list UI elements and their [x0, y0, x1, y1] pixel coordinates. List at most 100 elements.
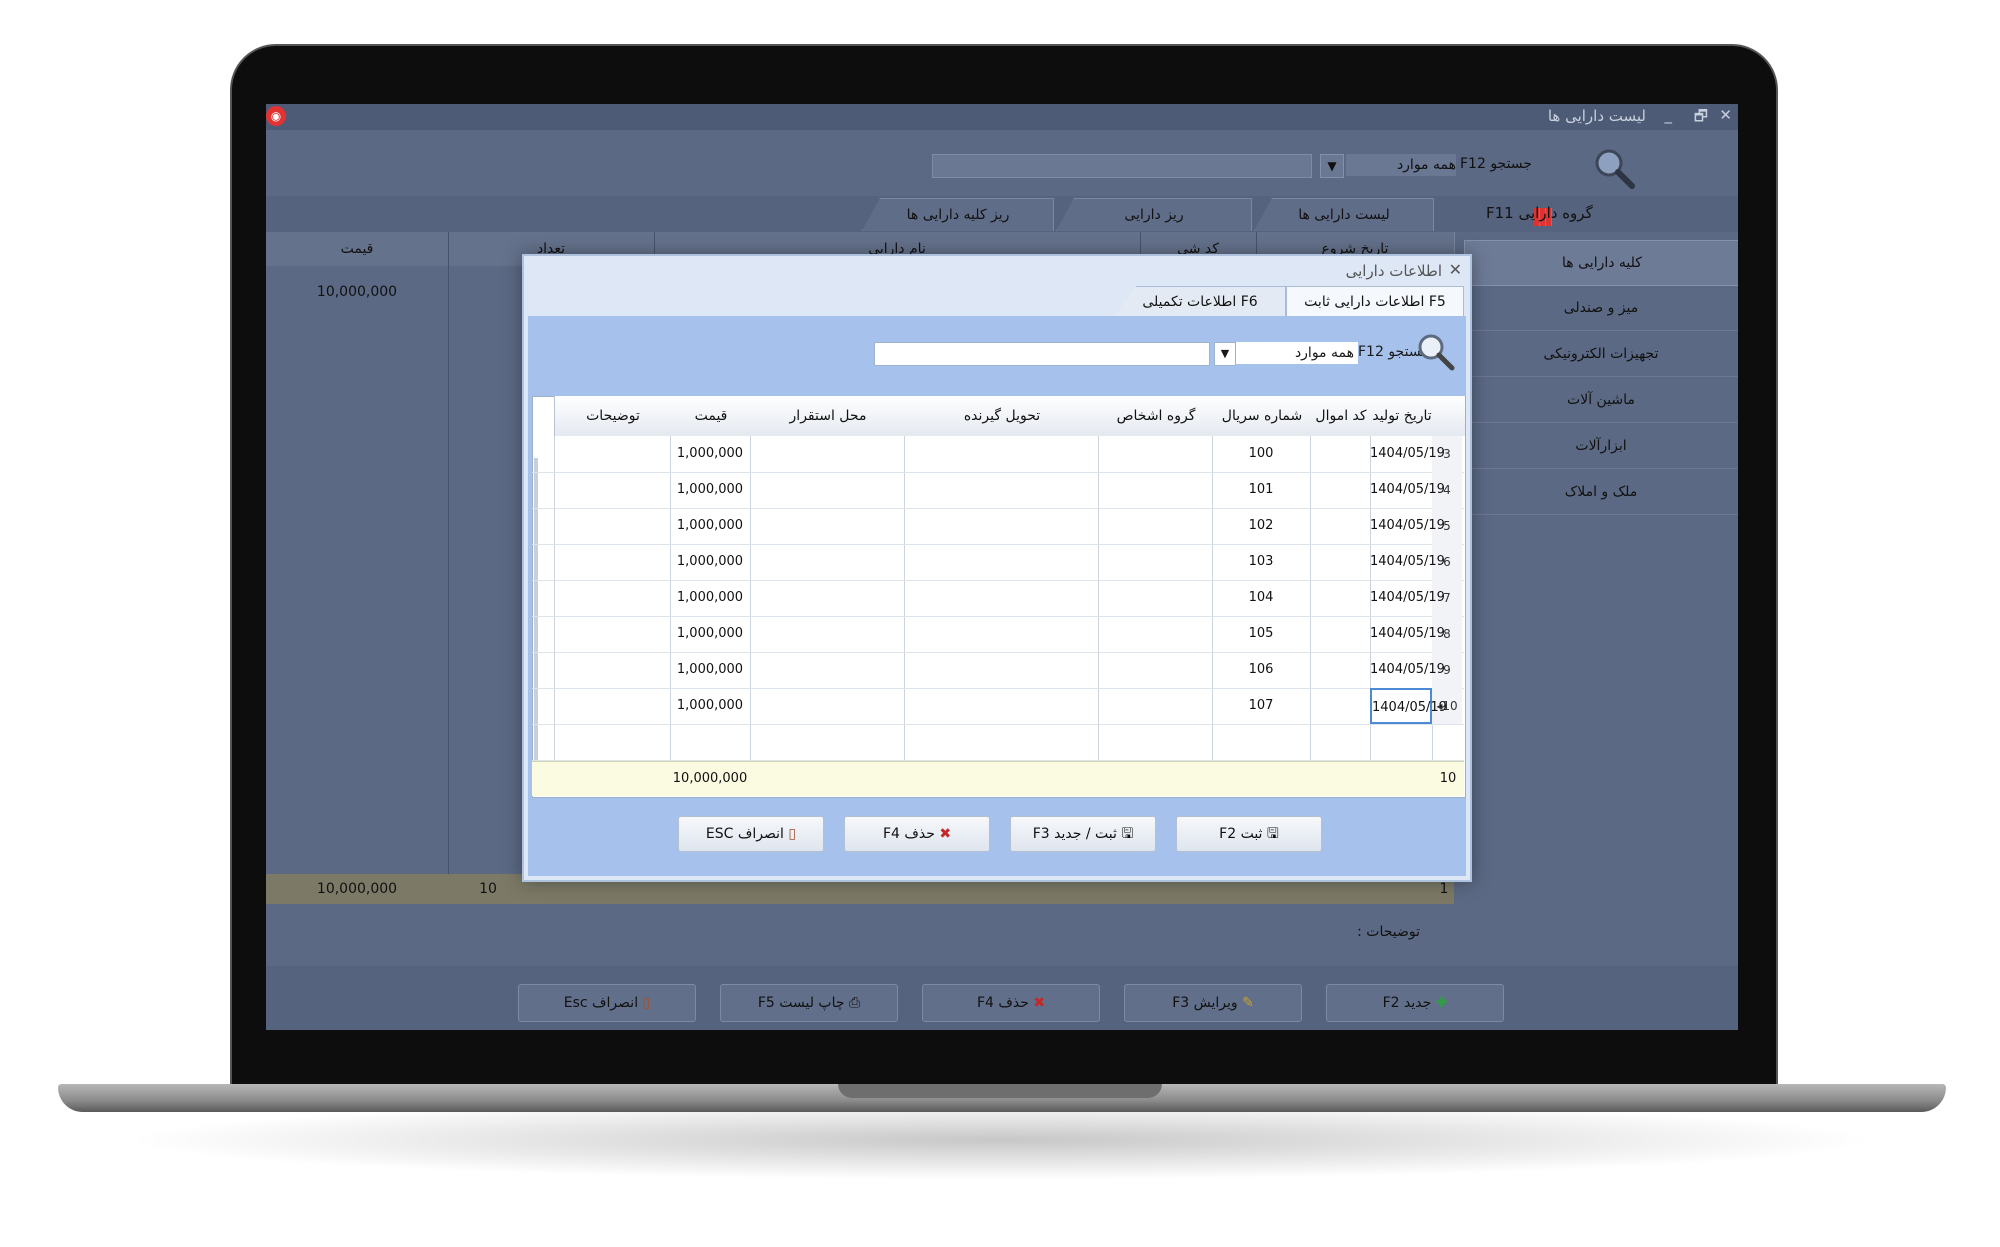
pencil-icon: ✎ [1242, 995, 1254, 1011]
cancel-button[interactable]: ▯ انصراف Esc [518, 984, 696, 1022]
grid-cell-price[interactable]: 10,000,000 [266, 280, 448, 304]
side-item-all-assets[interactable]: کلیه دارایی ها [1464, 240, 1738, 286]
col-header-notes[interactable]: توضیحات [554, 396, 671, 436]
save-new-button[interactable]: 🖫 ثبت / جدید F3 [1010, 816, 1156, 852]
table-row[interactable]: 6 1404/05/19 103 1,000,000 [532, 544, 1464, 581]
total-price: 10,000,000 [316, 881, 398, 897]
restore-button[interactable]: 🗗 [1694, 106, 1708, 131]
cell-production-date[interactable]: 1404/05/19 [1370, 544, 1445, 580]
dialog-close-icon[interactable]: ✕ [1449, 260, 1462, 279]
dialog-filter-dropdown-button[interactable]: ▼ [1214, 342, 1236, 366]
search-icon[interactable] [1592, 146, 1636, 190]
asset-info-dialog: ✕ اطلاعات دارایی F5 اطلاعات دارایی ثابت … [522, 254, 1472, 882]
cell-price[interactable]: 1,000,000 [670, 472, 750, 508]
cell-production-date[interactable]: 1404/05/19 [1370, 652, 1445, 688]
dialog-filter-dropdown-value[interactable]: همه موارد [1236, 342, 1358, 364]
table-row[interactable]: 7 1404/05/19 104 1,000,000 [532, 580, 1464, 617]
table-row[interactable]: 5 1404/05/19 102 1,000,000 [532, 508, 1464, 545]
side-item-property[interactable]: ملک و املاک [1464, 470, 1738, 515]
cell-price[interactable]: 1,000,000 [670, 508, 750, 544]
cell-price[interactable]: 1,000,000 [670, 652, 750, 688]
printer-icon: ⎙ [848, 995, 861, 1011]
search-input[interactable] [932, 154, 1312, 178]
col-header-asset-code[interactable]: کد اموال [1310, 396, 1371, 436]
cell-production-date[interactable]: 1404/05/19 [1370, 436, 1445, 472]
col-header-serial-number[interactable]: شماره سریال [1212, 396, 1311, 436]
tab-additional-info[interactable]: F6 اطلاعات تکمیلی [1114, 286, 1286, 317]
cell-price[interactable]: 1,000,000 [670, 436, 750, 472]
table-row[interactable]: 9 1404/05/19 106 1,000,000 [532, 652, 1464, 689]
col-header-price[interactable]: قیمت [670, 396, 751, 436]
side-item-tools[interactable]: ابزارآلات [1464, 424, 1738, 469]
table-row[interactable]: 3 1404/05/19 100 1,000,000 [532, 436, 1464, 473]
delete-button[interactable]: ✖ حذف F4 [844, 816, 990, 852]
table-row-current[interactable]: ◂10 1404/05/19 107 1,000,000 [532, 688, 1464, 725]
close-button[interactable]: ✕ [1719, 106, 1732, 124]
save-new-icon: 🖫 [1121, 826, 1134, 842]
edit-button[interactable]: ✎ ویرایش F3 [1124, 984, 1302, 1022]
new-button[interactable]: ✚ جدید F2 [1326, 984, 1504, 1022]
col-header-production-date[interactable]: تاریخ تولید [1370, 396, 1433, 436]
cross-icon: ✖ [1033, 995, 1046, 1011]
table-row[interactable]: 8 1404/05/19 105 1,000,000 [532, 616, 1464, 653]
notes-label: توضیحات : [1357, 924, 1420, 940]
search-icon[interactable] [1416, 332, 1456, 372]
filter-dropdown-value[interactable]: همه موارد [1346, 154, 1456, 176]
col-header-location[interactable]: محل استقرار [750, 396, 905, 436]
cell-production-date-selected[interactable]: 1404/05/19 [1370, 688, 1447, 724]
print-list-button[interactable]: ⎙ چاپ لیست F5 [720, 984, 898, 1022]
laptop-notch [838, 1084, 1162, 1098]
tab-asset-detail[interactable]: ریز دارایی [1056, 198, 1252, 231]
col-header-receiver[interactable]: تحویل گیرنده [904, 396, 1099, 436]
cell-serial-number[interactable]: 102 [1212, 508, 1310, 544]
dialog-title: اطلاعات دارایی [1345, 262, 1442, 280]
cell-serial-number[interactable]: 104 [1212, 580, 1310, 616]
cell-serial-number[interactable]: 107 [1212, 688, 1310, 724]
window-title: لیست دارایی ها [1547, 107, 1646, 125]
side-item-machinery[interactable]: ماشین آلات [1464, 378, 1738, 423]
save-button[interactable]: 🖫 ثبت F2 [1176, 816, 1322, 852]
cell-serial-number[interactable]: 106 [1212, 652, 1310, 688]
cell-production-date[interactable]: 1404/05/19 [1370, 580, 1445, 616]
side-item-furniture[interactable]: میز و صندلی [1464, 286, 1738, 331]
col-divider [448, 232, 449, 888]
title-bar [266, 104, 1738, 130]
delete-button[interactable]: ✖ حذف F4 [922, 984, 1100, 1022]
laptop-shadow [120, 1100, 1880, 1180]
cell-serial-number[interactable]: 101 [1212, 472, 1310, 508]
search-label: جستجو F12 [1460, 156, 1532, 172]
cell-price[interactable]: 1,000,000 [670, 616, 750, 652]
tab-all-asset-details[interactable]: ریز کلیه دارایی ها [862, 198, 1054, 231]
save-icon: 🖫 [1266, 826, 1279, 842]
table-row[interactable]: 4 1404/05/19 101 1,000,000 [532, 472, 1464, 509]
table-row-new[interactable] [532, 724, 1464, 761]
cancel-button[interactable]: ▯ انصراف ESC [678, 816, 824, 852]
filter-dropdown-button[interactable]: ▼ [1320, 154, 1344, 178]
cell-serial-number[interactable]: 103 [1212, 544, 1310, 580]
col-header-price[interactable]: قیمت [266, 232, 449, 266]
asset-group-label: گروه دارایی F11 [1486, 204, 1593, 222]
cell-production-date[interactable]: 1404/05/19 [1370, 472, 1445, 508]
dialog-search-input[interactable] [874, 342, 1210, 366]
cross-icon: ✖ [939, 826, 952, 842]
tab-asset-list[interactable]: لیست دارایی ها [1254, 198, 1434, 231]
side-item-electronics[interactable]: تجهیزات الکترونیکی [1464, 332, 1738, 377]
cell-price[interactable]: 1,000,000 [670, 688, 750, 724]
plus-icon: ✚ [1435, 995, 1448, 1011]
cell-price[interactable]: 1,000,000 [670, 580, 750, 616]
app-logo-icon: ◉ [266, 106, 286, 126]
cell-serial-number[interactable]: 105 [1212, 616, 1310, 652]
col-header-row-number [1432, 396, 1465, 436]
tab-fixed-asset-info[interactable]: F5 اطلاعات دارایی ثابت [1286, 286, 1464, 317]
cell-production-date[interactable]: 1404/05/19 [1370, 508, 1445, 544]
cell-price[interactable]: 1,000,000 [670, 544, 750, 580]
col-header-person-group[interactable]: گروه اشخاص [1098, 396, 1213, 436]
total-count: 10 [1439, 771, 1457, 786]
door-icon: ▯ [642, 995, 651, 1011]
cell-serial-number[interactable]: 100 [1212, 436, 1310, 472]
minimize-button[interactable]: _ [1665, 106, 1673, 124]
total-price: 10,000,000 [672, 771, 748, 786]
door-icon: ▯ [788, 826, 797, 842]
cell-production-date[interactable]: 1404/05/19 [1370, 616, 1445, 652]
total-count: 10 [479, 881, 497, 897]
